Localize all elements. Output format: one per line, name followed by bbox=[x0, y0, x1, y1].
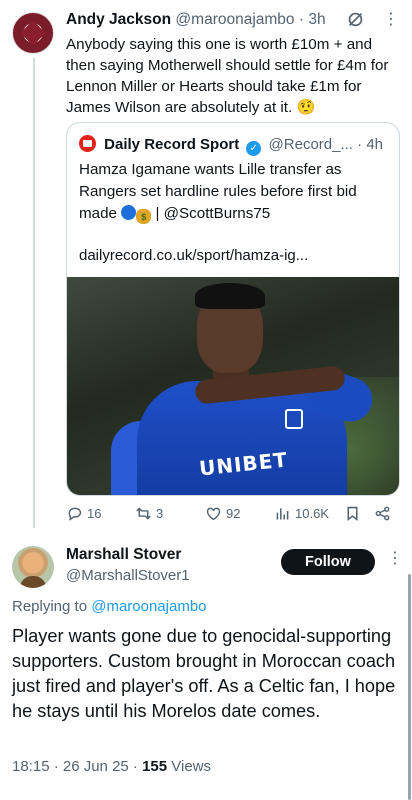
daily-record-logo bbox=[79, 135, 96, 152]
follow-button[interactable]: Follow bbox=[281, 549, 375, 575]
quote-author-name: Daily Record Sport bbox=[104, 136, 240, 153]
views-label: Views bbox=[167, 758, 212, 775]
verified-icon: ✓ bbox=[246, 141, 262, 156]
repost-icon bbox=[136, 507, 151, 520]
grok-icon[interactable] bbox=[347, 11, 364, 33]
quote-header: Daily Record Sport ✓ @Record_... · 4h bbox=[79, 135, 387, 156]
like-button[interactable]: 92 bbox=[205, 505, 240, 522]
quote-author-handle: @Record_... bbox=[268, 136, 353, 153]
author-handle[interactable]: @MarshallStover1 bbox=[66, 567, 190, 584]
author-name[interactable]: Andy Jackson bbox=[66, 11, 171, 28]
photo-hair bbox=[195, 283, 265, 309]
bookmark-button[interactable] bbox=[344, 505, 361, 522]
tweet-time[interactable]: · 3h bbox=[299, 11, 326, 28]
reply-icon bbox=[68, 507, 82, 521]
repost-count: 3 bbox=[156, 506, 164, 521]
reply-button[interactable]: 16 bbox=[66, 505, 101, 522]
reply-count: 16 bbox=[87, 506, 102, 521]
scrollbar[interactable] bbox=[408, 574, 411, 800]
view-count: 10.6K bbox=[295, 506, 329, 521]
quote-link[interactable]: dailyrecord.co.uk/sport/hamza-ig... bbox=[79, 247, 385, 264]
tweet-text: Player wants gone due to genocidal-suppo… bbox=[12, 626, 396, 721]
avatar[interactable] bbox=[12, 12, 54, 54]
more-icon[interactable]: ⋮ bbox=[387, 548, 403, 568]
tweet-header: Andy Jackson @maroonajambo · 3h ⋮ bbox=[66, 11, 400, 31]
views-icon bbox=[276, 508, 289, 520]
action-bar: 16 3 92 10.6K bbox=[66, 505, 400, 525]
money-bag-icon: $ bbox=[136, 209, 152, 224]
thread-connector-line bbox=[33, 58, 35, 528]
quote-text: Hamza Igamane wants Lille transfer as Ra… bbox=[79, 159, 385, 225]
like-count: 92 bbox=[226, 506, 241, 521]
views-count: 155 bbox=[142, 758, 168, 775]
crest-logo bbox=[20, 20, 46, 46]
tweet-timestamp[interactable]: 18:15 · 26 Jun 25 · bbox=[12, 758, 142, 775]
views-button[interactable]: 10.6K bbox=[274, 505, 329, 522]
author-name[interactable]: Marshall Stover bbox=[66, 546, 181, 564]
like-icon bbox=[206, 507, 221, 521]
quote-time: · 4h bbox=[357, 136, 384, 153]
replying-mention[interactable]: @maroonajambo bbox=[91, 598, 206, 615]
tweet-meta: 18:15 · 26 Jun 25 · 155 Views bbox=[12, 758, 211, 775]
avatar-shirt bbox=[20, 576, 46, 588]
author-handle[interactable]: @maroonajambo bbox=[175, 11, 294, 28]
photo-club-crest bbox=[285, 409, 303, 429]
quoted-tweet[interactable]: Daily Record Sport ✓ @Record_... · 4h Ha… bbox=[66, 122, 400, 496]
quote-text-mention: | @ScottBurns75 bbox=[151, 205, 271, 222]
blue-circle-icon bbox=[121, 205, 137, 220]
share-button[interactable] bbox=[374, 505, 391, 522]
replying-prefix: Replying to bbox=[12, 598, 92, 615]
quote-photo[interactable]: UNIBET bbox=[67, 277, 399, 495]
bookmark-icon bbox=[347, 506, 358, 522]
tweet-text: Anybody saying this one is worth £10m + … bbox=[66, 36, 389, 116]
replying-to: Replying to @maroonajambo bbox=[12, 598, 207, 615]
repost-button[interactable]: 3 bbox=[135, 505, 163, 522]
avatar[interactable] bbox=[12, 546, 54, 588]
focused-reply-tweet[interactable]: Marshall Stover @MarshallStover1 Follow … bbox=[0, 536, 412, 800]
share-icon bbox=[375, 506, 390, 521]
more-icon[interactable]: ⋮ bbox=[383, 9, 399, 29]
